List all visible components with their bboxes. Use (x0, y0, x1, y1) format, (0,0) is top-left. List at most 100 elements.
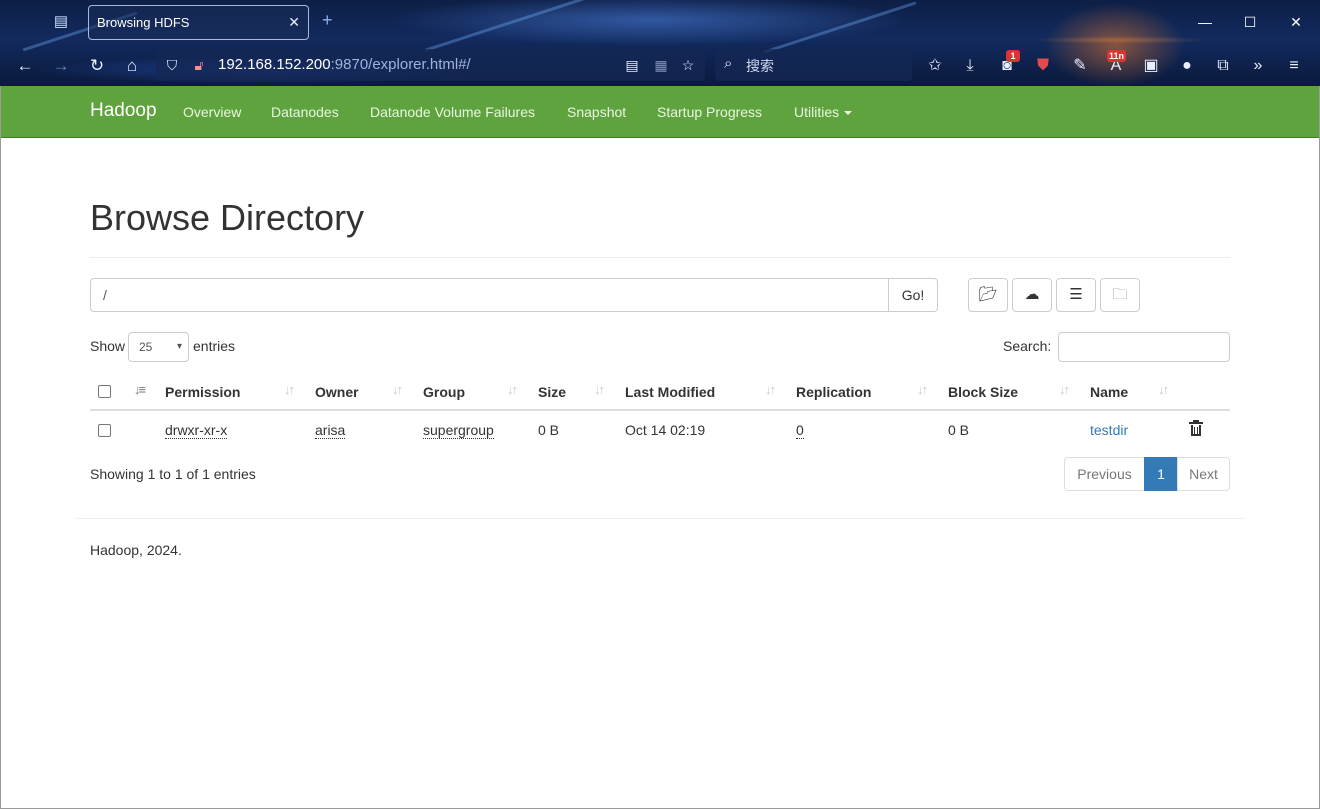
page-frame (0, 86, 1320, 809)
lock-insecure-icon[interactable]: 🔓︎ (190, 56, 208, 74)
nav-datanodes[interactable]: Datanodes (271, 104, 339, 120)
tab-overview-icon[interactable]: ▤ (50, 11, 72, 33)
close-tab-icon[interactable]: ✕ (288, 14, 300, 30)
sort-icon[interactable]: ↓↑ (507, 382, 518, 397)
profile-avatar-icon[interactable]: ● (1175, 54, 1199, 78)
reader-view-icon[interactable]: ▤ (623, 56, 641, 74)
cloud-upload-icon: ☁ (1024, 286, 1040, 303)
trash-lid (1189, 422, 1203, 424)
hadoop-navbar: Hadoop Overview Datanodes Datanode Volum… (1, 86, 1319, 138)
extension-badge: 1 (1006, 50, 1020, 62)
sort-icon[interactable]: ↓↑ (392, 382, 403, 397)
url-path: :9870/explorer.html#/ (330, 56, 471, 73)
brand-hadoop[interactable]: Hadoop (90, 100, 157, 122)
shield-icon[interactable]: ⛉ (163, 56, 181, 74)
select-all-checkbox[interactable] (98, 385, 111, 398)
background-streak (763, 1, 917, 54)
url-text[interactable]: 192.168.152.200:9870/explorer.html#/ (218, 56, 471, 73)
background-streak (424, 0, 616, 52)
ublock-icon[interactable]: ⛊ (1031, 54, 1055, 78)
cut-paste-button[interactable]: ☰ (1056, 278, 1096, 312)
close-window-button[interactable]: ✕ (1281, 10, 1311, 34)
sort-icon[interactable]: ↓↑ (765, 382, 776, 397)
nav-utilities-label: Utilities (794, 104, 840, 120)
cell-permission[interactable]: drwxr-xr-x (165, 422, 228, 439)
trash-can (1191, 425, 1201, 436)
previous-button[interactable]: Previous (1064, 457, 1145, 491)
folder-open-icon: 📂︎ (978, 286, 998, 303)
sort-icon[interactable]: ↓↑ (1059, 382, 1070, 397)
sort-icon[interactable]: ↓↑ (594, 382, 605, 397)
sort-icon[interactable]: ↓↑ (1158, 382, 1169, 397)
reload-icon[interactable]: ↻ (85, 54, 109, 78)
col-name[interactable]: Name (1090, 384, 1128, 400)
col-size[interactable]: Size (538, 384, 566, 400)
bookmarks-icon[interactable]: ✩ (923, 54, 947, 78)
page-length-select[interactable]: 25 ▾ (128, 332, 189, 362)
page-1-button[interactable]: 1 (1144, 457, 1178, 491)
search-bar[interactable]: ⌕ 搜索 (715, 49, 912, 81)
url-host: 192.168.152.200 (218, 56, 331, 73)
trash-icon[interactable] (1188, 420, 1204, 438)
page-length-value: 25 (139, 340, 153, 354)
minimize-button[interactable]: — (1190, 10, 1220, 34)
maximize-button[interactable]: ☐ (1235, 10, 1265, 34)
cell-block-size: 0 B (948, 422, 970, 438)
browser-chrome: ▤ Browsing HDFS ✕ + — ☐ ✕ ← → ↻ ⌂ ⛉ 🔓︎ 1… (0, 0, 1320, 86)
menu-icon[interactable]: ≡ (1282, 54, 1306, 78)
chevron-down-icon: ▾ (176, 341, 182, 352)
directory-path-input[interactable] (90, 278, 890, 312)
upload-button[interactable]: ☁ (1012, 278, 1052, 312)
table-search-input[interactable] (1058, 332, 1230, 362)
extensions-icon[interactable]: ⧉ (1211, 54, 1235, 78)
nav-utilities-dropdown[interactable]: Utilities (794, 104, 853, 120)
title-divider (90, 257, 1230, 258)
col-replication[interactable]: Replication (796, 384, 871, 400)
search-label: Search: (1003, 338, 1052, 354)
table-header-divider (90, 409, 1230, 411)
col-block-size[interactable]: Block Size (948, 384, 1018, 400)
search-icon: ⌕ (724, 55, 733, 72)
qr-code-icon[interactable]: ▦ (652, 56, 670, 74)
create-directory-button[interactable]: 📂︎ (968, 278, 1008, 312)
nav-datanode-volume-failures[interactable]: Datanode Volume Failures (370, 104, 535, 120)
nav-startup-progress[interactable]: Startup Progress (657, 104, 762, 120)
go-button[interactable]: Go! (888, 278, 938, 312)
col-owner[interactable]: Owner (315, 384, 359, 400)
cell-replication[interactable]: 0 (796, 422, 804, 439)
extension-tools-icon[interactable]: ✎ (1068, 54, 1092, 78)
forward-icon[interactable]: → (49, 54, 73, 78)
cell-last-modified: Oct 14 02:19 (625, 422, 706, 438)
footer-divider (75, 518, 1245, 519)
paste-button[interactable]: 🗀︎ (1100, 278, 1140, 312)
sort-icon[interactable]: ↓↑ (284, 382, 295, 397)
address-bar[interactable]: ⛉ 🔓︎ 192.168.152.200:9870/explorer.html#… (156, 49, 705, 81)
cell-owner[interactable]: arisa (315, 422, 346, 439)
tab-browsing-hdfs[interactable]: Browsing HDFS ✕ (88, 5, 309, 40)
trash-line (1194, 427, 1195, 434)
col-last-modified[interactable]: Last Modified (625, 384, 715, 400)
nav-overview[interactable]: Overview (183, 104, 241, 120)
sort-icon[interactable]: ↓↑ (917, 382, 928, 397)
nav-snapshot[interactable]: Snapshot (567, 104, 626, 120)
downloads-icon[interactable]: ⤓ (958, 54, 982, 78)
list-icon: ☰ (1069, 286, 1083, 303)
col-permission[interactable]: Permission (165, 384, 240, 400)
back-icon[interactable]: ← (13, 54, 37, 78)
save-page-icon[interactable]: ▣ (1139, 54, 1163, 78)
next-button[interactable]: Next (1177, 457, 1230, 491)
cell-group[interactable]: supergroup (423, 422, 494, 439)
page-title: Browse Directory (90, 197, 365, 238)
cell-name-link[interactable]: testdir (1090, 422, 1128, 438)
new-tab-button[interactable]: + (322, 10, 333, 31)
home-icon[interactable]: ⌂ (120, 54, 144, 78)
bookmark-star-icon[interactable]: ☆ (679, 56, 697, 74)
col-group[interactable]: Group (423, 384, 465, 400)
cell-size: 0 B (538, 422, 560, 438)
entries-label: entries (193, 338, 236, 354)
trash-line (1197, 427, 1198, 434)
overflow-chevron-icon[interactable]: » (1246, 54, 1270, 78)
row-checkbox[interactable] (98, 424, 111, 437)
footer-text: Hadoop, 2024. (90, 542, 182, 558)
sort-active-icon[interactable]: ↓≡ (134, 382, 146, 397)
